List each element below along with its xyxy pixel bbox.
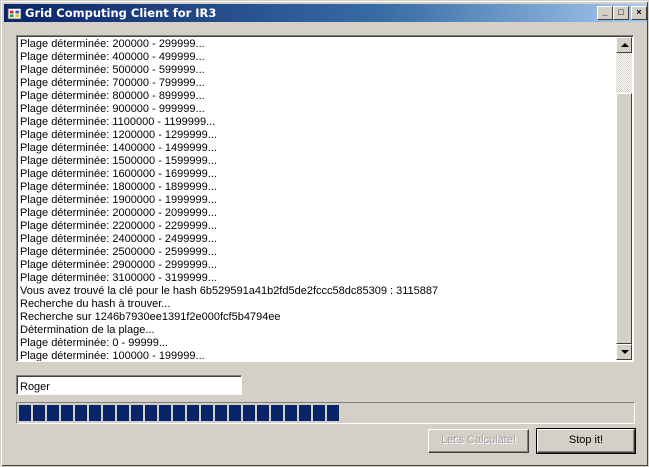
stop-button[interactable]: Stop it!: [536, 428, 636, 454]
log-line: Plage déterminée: 3100000 - 3199999...: [20, 272, 217, 284]
log-line: Plage déterminée: 0 - 99999...: [20, 337, 168, 349]
vertical-scrollbar[interactable]: [616, 37, 632, 360]
log-line: Détermination de la plage...: [20, 324, 155, 336]
log-line: Plage déterminée: 1200000 - 1299999...: [20, 129, 217, 141]
log-line: Recherche du hash à trouver...: [20, 298, 171, 310]
log-line: Plage déterminée: 1600000 - 1699999...: [20, 168, 217, 180]
log-line: Recherche sur 1246b7930ee1391f2e000fcf5b…: [20, 311, 281, 323]
scroll-up-arrow-icon: [621, 43, 629, 47]
progress-fill: [19, 405, 339, 421]
calculate-button[interactable]: Let's Calculate!: [428, 429, 529, 453]
log-line: Plage déterminée: 2400000 - 2499999...: [20, 233, 217, 245]
log-line: Plage déterminée: 2200000 - 2299999...: [20, 220, 217, 232]
log-line: Plage déterminée: 1100000 - 1199999...: [20, 116, 216, 128]
log-line: Plage déterminée: 1800000 - 1899999...: [20, 181, 217, 193]
log-line: Plage déterminée: 800000 - 899999...: [20, 90, 205, 102]
minimize-button[interactable]: _: [597, 6, 613, 20]
scroll-down-button[interactable]: [616, 344, 632, 360]
title-bar[interactable]: Grid Computing Client for IR3 _ □ ×: [4, 4, 647, 22]
scroll-down-arrow-icon: [621, 350, 629, 354]
log-line: Plage déterminée: 2500000 - 2599999...: [20, 246, 217, 258]
scroll-thumb[interactable]: [616, 93, 632, 344]
log-line: Plage déterminée: 2900000 - 2999999...: [20, 259, 217, 271]
log-line: Plage déterminée: 100000 - 199999...: [20, 350, 205, 362]
log-line: Plage déterminée: 1900000 - 1999999...: [20, 194, 217, 206]
log-line: Plage déterminée: 200000 - 299999...: [20, 38, 205, 50]
log-line: Plage déterminée: 400000 - 499999...: [20, 51, 205, 63]
close-button[interactable]: ×: [631, 6, 647, 20]
maximize-button[interactable]: □: [613, 6, 629, 20]
name-input[interactable]: [16, 375, 242, 395]
window-title: Grid Computing Client for IR3: [25, 6, 217, 20]
log-line: Vous avez trouvé la clé pour le hash 6b5…: [20, 285, 439, 297]
log-line: Plage déterminée: 2000000 - 2099999...: [20, 207, 217, 219]
log-lines: Plage déterminée: 200000 - 299999... Plag…: [20, 38, 615, 362]
log-line: Plage déterminée: 500000 - 599999...: [20, 64, 205, 76]
log-line: Plage déterminée: 700000 - 799999...: [20, 77, 205, 89]
log-line: Plage déterminée: 1500000 - 1599999...: [20, 155, 217, 167]
progress-bar: [16, 402, 635, 424]
scroll-up-button[interactable]: [616, 37, 632, 53]
log-line: Plage déterminée: 1400000 - 1499999...: [20, 142, 217, 154]
log-textbox[interactable]: Plage déterminée: 200000 - 299999... Plag…: [16, 35, 634, 362]
main-window: Grid Computing Client for IR3 _ □ × Plag…: [0, 0, 649, 467]
log-line: Plage déterminée: 900000 - 999999...: [20, 103, 205, 115]
app-icon: [7, 5, 22, 20]
